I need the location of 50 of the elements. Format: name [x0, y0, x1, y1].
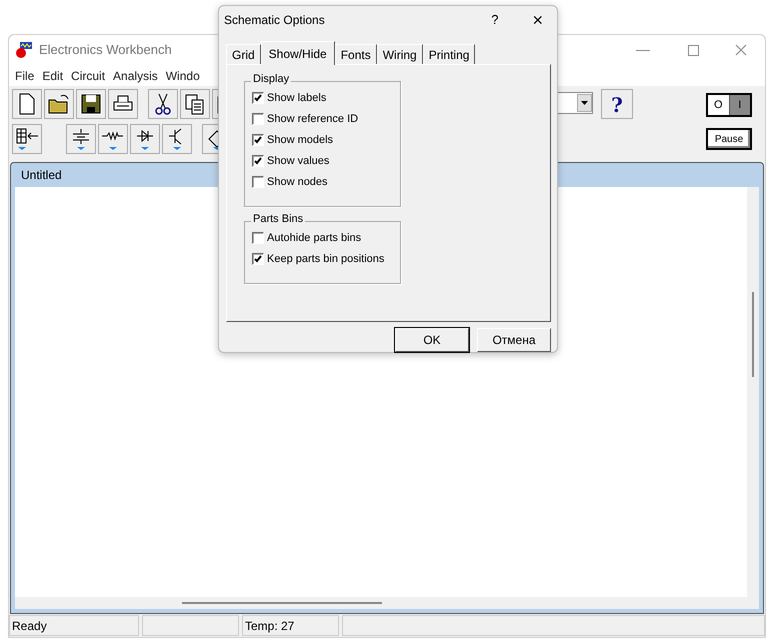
group-title: Parts Bins	[251, 214, 306, 225]
close-button[interactable]: ×	[532, 11, 543, 29]
checkbox-box[interactable]	[252, 113, 264, 125]
checkbox-label[interactable]: Show models	[267, 132, 334, 148]
menu-item[interactable]: Windo	[166, 66, 200, 84]
dialog-button[interactable]: OK	[395, 328, 469, 352]
dialog-button[interactable]: Отмена	[477, 328, 551, 352]
checkbox-label[interactable]: Show labels	[267, 90, 326, 106]
menu-item[interactable]: File	[15, 66, 34, 84]
checkbox-label[interactable]: Show reference ID	[267, 110, 358, 128]
group-title: Display	[251, 74, 292, 85]
checkbox-box[interactable]	[252, 176, 264, 188]
pause-button[interactable]: Pause	[706, 128, 752, 150]
app-logo-icon	[15, 41, 33, 59]
check-icon	[254, 157, 262, 165]
checkbox-box[interactable]	[252, 155, 264, 167]
status-field: Temp: 27	[242, 615, 339, 636]
checkbox-box[interactable]	[252, 253, 264, 265]
document-title: Untitled	[20, 167, 63, 184]
menu-item[interactable]: Circuit	[71, 66, 106, 84]
tab[interactable]: Wiring	[376, 44, 423, 64]
power-switch[interactable]: O I	[706, 93, 752, 117]
open-folder-icon[interactable]	[47, 92, 71, 116]
check-icon	[254, 136, 262, 144]
tab[interactable]: Printing	[422, 44, 476, 64]
menu-item[interactable]: Edit	[42, 66, 64, 84]
help-button[interactable]: ?	[491, 10, 498, 30]
maximize-icon[interactable]	[688, 44, 699, 56]
tab[interactable]: Fonts	[334, 44, 377, 64]
checkbox-label[interactable]: Autohide parts bins	[267, 230, 362, 246]
help-button[interactable]: ?	[601, 89, 633, 119]
close-icon[interactable]	[735, 44, 747, 56]
check-icon	[254, 255, 262, 263]
dialog-title: Schematic Options	[224, 12, 326, 29]
checkbox-label[interactable]: Show nodes	[267, 174, 328, 190]
tab[interactable]: Show/Hide	[260, 41, 335, 65]
horizontal-scrollbar[interactable]	[15, 597, 747, 609]
dropdown-arrow-icon	[581, 101, 588, 105]
checkbox-box[interactable]	[252, 134, 264, 146]
check-icon	[254, 94, 262, 102]
checkbox-label[interactable]: Keep parts bin positions	[267, 250, 384, 268]
vertical-scrollbar[interactable]	[747, 187, 759, 609]
checkbox-box[interactable]	[252, 92, 264, 104]
table-arrow-icon[interactable]	[15, 127, 39, 151]
tab[interactable]: Grid	[226, 44, 261, 64]
status-field: Ready	[9, 615, 139, 636]
checkbox-label[interactable]: Show values	[267, 152, 330, 170]
window-title: Electronics Workbench	[39, 41, 172, 60]
menu-item[interactable]: Analysis	[113, 66, 158, 84]
checkbox-box[interactable]	[252, 232, 264, 244]
